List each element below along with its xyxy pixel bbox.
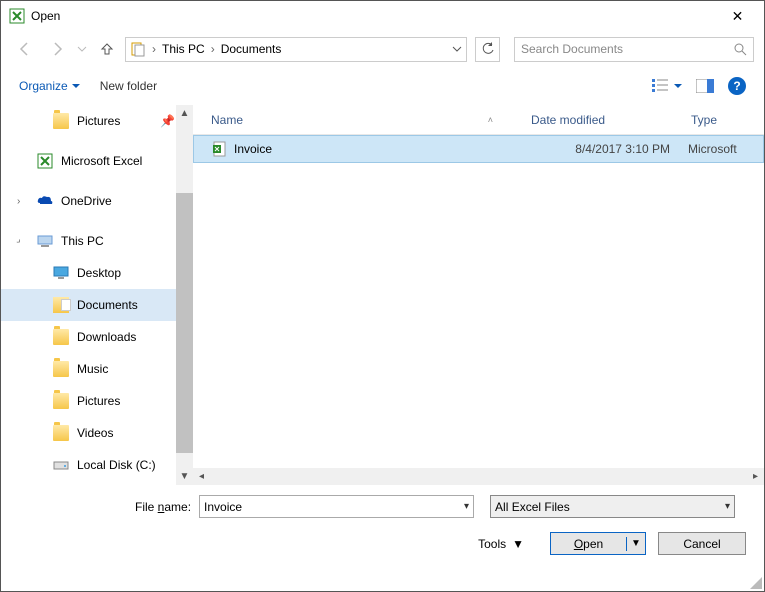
sort-asc-icon: ˄	[488, 115, 493, 125]
nav-videos[interactable]: Videos	[1, 417, 193, 449]
scroll-thumb[interactable]	[176, 193, 193, 453]
collapse-icon[interactable]: ›	[14, 236, 24, 246]
refresh-button[interactable]	[475, 37, 500, 62]
crumb-folder[interactable]: Documents	[217, 42, 286, 56]
tools-menu[interactable]: Tools ▼	[478, 537, 524, 551]
crumb-root[interactable]: This PC	[158, 42, 209, 56]
cancel-button[interactable]: Cancel	[658, 532, 746, 555]
onedrive-icon	[37, 193, 53, 209]
chevron-down-icon[interactable]: ▾	[725, 501, 730, 512]
folder-icon	[53, 113, 69, 129]
filter-combo[interactable]: All Excel Files ▾	[490, 495, 735, 518]
forward-button[interactable]	[43, 35, 71, 63]
recent-dropdown[interactable]	[75, 35, 89, 63]
chevron-down-icon[interactable]: ▾	[464, 501, 469, 512]
chevron-right-icon: ›	[150, 42, 158, 56]
nav-localdisk[interactable]: Local Disk (C:)	[1, 449, 193, 481]
pc-icon	[37, 233, 53, 249]
button-row: Tools ▼ Open ▼ Cancel	[15, 532, 750, 555]
footer: File name: Invoice ▾ All Excel Files ▾ T…	[1, 485, 764, 561]
desktop-icon	[53, 265, 69, 281]
open-dropdown[interactable]: ▼	[627, 538, 645, 549]
filename-combo[interactable]: Invoice ▾	[199, 495, 474, 518]
resize-grip[interactable]	[748, 575, 762, 589]
chevron-down-icon	[674, 82, 682, 90]
dialog-title: Open	[31, 9, 60, 23]
documents-icon	[53, 297, 69, 313]
column-headers: Name ˄ Date modified Type	[193, 105, 764, 135]
excel-icon	[37, 153, 53, 169]
chevron-down-icon	[72, 82, 80, 90]
nav-thispc[interactable]: › This PC	[1, 225, 193, 257]
open-button[interactable]: Open ▼	[550, 532, 646, 555]
chevron-down-icon[interactable]	[452, 44, 462, 54]
app-icon	[9, 8, 25, 24]
filename-label: File name:	[135, 500, 191, 514]
col-date[interactable]: Date modified	[513, 113, 673, 127]
address-bar[interactable]: › This PC › Documents	[125, 37, 467, 62]
help-button[interactable]: ?	[728, 77, 746, 95]
close-button[interactable]: ✕	[715, 2, 760, 30]
nav-downloads[interactable]: Downloads	[1, 321, 193, 353]
file-pane: Name ˄ Date modified Type Invoice 8/4/20…	[193, 105, 764, 485]
back-button[interactable]	[11, 35, 39, 63]
music-icon	[53, 361, 69, 377]
nav-onedrive[interactable]: › OneDrive	[1, 185, 193, 217]
col-name[interactable]: Name ˄	[193, 113, 513, 127]
drive-icon	[53, 457, 69, 473]
documents-icon	[130, 41, 146, 57]
nav-documents[interactable]: Documents	[1, 289, 193, 321]
scroll-down-icon[interactable]: ▼	[176, 468, 193, 485]
nav-tree: Pictures 📌 Microsoft Excel › OneDrive ›	[1, 105, 193, 485]
nav-row: › This PC › Documents Search Documents	[1, 31, 764, 67]
view-menu[interactable]	[652, 78, 682, 94]
nav-pane: Pictures 📌 Microsoft Excel › OneDrive ›	[1, 105, 193, 485]
search-placeholder: Search Documents	[521, 42, 733, 56]
view-icon	[652, 78, 670, 94]
chevron-right-icon: ›	[209, 42, 217, 56]
scroll-left-icon[interactable]: ◂	[193, 471, 210, 482]
new-folder-button[interactable]: New folder	[100, 79, 157, 93]
downloads-icon	[53, 329, 69, 345]
pictures-icon	[53, 393, 69, 409]
expand-icon[interactable]: ›	[17, 196, 20, 207]
open-dialog: Open ✕ › This PC › Documents Search Docu…	[0, 0, 765, 592]
body: Pictures 📌 Microsoft Excel › OneDrive ›	[1, 105, 764, 485]
chevron-down-icon: ▼	[512, 537, 524, 551]
nav-pictures-quick[interactable]: Pictures 📌	[1, 105, 193, 137]
nav-music[interactable]: Music	[1, 353, 193, 385]
h-scrollbar[interactable]: ◂ ▸	[193, 468, 764, 485]
col-type[interactable]: Type	[673, 113, 764, 127]
file-name: Invoice	[234, 142, 528, 156]
scroll-up-icon[interactable]: ▲	[176, 105, 193, 122]
search-input[interactable]: Search Documents	[514, 37, 754, 62]
nav-excel[interactable]: Microsoft Excel	[1, 145, 193, 177]
up-button[interactable]	[93, 35, 121, 63]
preview-pane-button[interactable]	[696, 79, 714, 93]
scroll-right-icon[interactable]: ▸	[747, 471, 764, 482]
nav-pictures[interactable]: Pictures	[1, 385, 193, 417]
search-icon	[733, 42, 747, 56]
pin-icon: 📌	[160, 114, 175, 128]
organize-menu[interactable]: Organize	[19, 79, 80, 93]
file-date: 8/4/2017 3:10 PM	[528, 142, 688, 156]
file-row[interactable]: Invoice 8/4/2017 3:10 PM Microsoft	[193, 135, 764, 163]
nav-desktop[interactable]: Desktop	[1, 257, 193, 289]
videos-icon	[53, 425, 69, 441]
excel-file-icon	[212, 141, 228, 157]
nav-scrollbar[interactable]: ▲ ▼	[176, 105, 193, 485]
preview-icon	[696, 79, 714, 93]
toolbar: Organize New folder ?	[1, 67, 764, 105]
titlebar: Open ✕	[1, 1, 764, 31]
filename-row: File name: Invoice ▾ All Excel Files ▾	[15, 495, 750, 518]
file-type: Microsoft	[688, 142, 737, 156]
